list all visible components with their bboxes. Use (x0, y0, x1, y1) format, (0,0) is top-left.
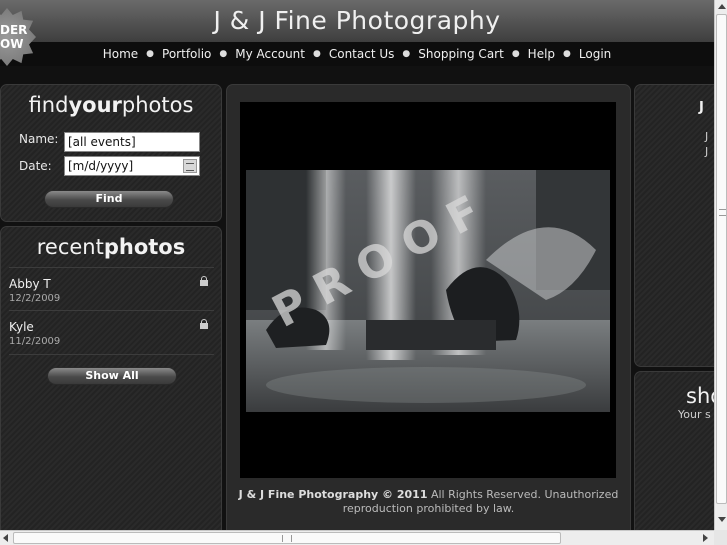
footer-brand: J & J Fine Photography © 2011 (238, 488, 428, 501)
right-panel-heading: J (699, 100, 704, 115)
nav-link-home[interactable]: Home (103, 47, 138, 61)
name-field[interactable]: [all events] (64, 132, 200, 152)
vertical-scroll-thumb[interactable] (716, 14, 727, 504)
recent-item[interactable]: Kyle 11/2/2009 (9, 311, 214, 355)
nav-separator: ● (219, 49, 228, 59)
date-label: Date: (19, 159, 52, 173)
right-share-subtitle: Your s (678, 408, 711, 421)
show-all-button[interactable]: Show All (47, 367, 177, 385)
right-panel-line: J (705, 145, 709, 158)
lock-icon (200, 276, 208, 288)
nav-link-portfolio[interactable]: Portfolio (162, 47, 211, 61)
nav-separator: ● (402, 49, 411, 59)
lock-icon (200, 319, 208, 331)
recent-item-date: 12/2/2009 (9, 293, 61, 304)
recent-photos-list: Abby T 12/2/2009 Kyle 11/2/2009 (9, 267, 214, 355)
name-label: Name: (19, 132, 59, 146)
nav-separator: ● (563, 49, 571, 59)
nav-link-shopping-cart[interactable]: Shopping Cart (418, 47, 504, 61)
find-panel-title: findyourphotos (28, 93, 194, 117)
footer-line-2: reproduction prohibited by law. (342, 502, 515, 515)
recent-photos-panel: recentphotos Abby T 12/2/2009 Kyle 11/2/… (0, 226, 222, 530)
right-info-panel: J J J (634, 84, 714, 367)
scroll-up-icon[interactable] (718, 4, 726, 9)
site-title: J & J Fine Photography (213, 6, 501, 35)
recent-item-name: Kyle (9, 320, 34, 334)
calendar-icon[interactable] (183, 159, 197, 173)
find-photos-panel: findyourphotos Name: [all events] Date: … (0, 84, 222, 222)
vertical-scrollbar[interactable] (714, 0, 727, 530)
right-share-panel: sho Your s (634, 371, 723, 530)
nav-separator: ● (313, 49, 321, 59)
recent-item-name: Abby T (9, 277, 51, 291)
main-navigation: Home ● Portfolio ● My Account ● Contact Us ● Sho… (0, 42, 714, 66)
horizontal-scroll-thumb[interactable] (13, 532, 561, 544)
nav-link-help[interactable]: Help (528, 47, 555, 61)
nav-separator: ● (146, 49, 155, 59)
scroll-left-icon[interactable] (3, 534, 8, 542)
grip-icon (719, 209, 726, 216)
scrollbar-corner (714, 530, 727, 545)
recent-panel-title: recentphotos (36, 235, 186, 259)
copyright-footer: J & J Fine Photography © 2011 All Rights… (226, 488, 631, 516)
horizontal-scrollbar[interactable] (0, 530, 714, 545)
fountain-image: PROOF (246, 170, 610, 412)
right-panel-line: J (705, 130, 709, 143)
badge-line-2: OW (0, 37, 24, 51)
nav-link-contact-us[interactable]: Contact Us (329, 47, 395, 61)
date-field[interactable]: [m/d/yyyy] (64, 156, 200, 176)
recent-item-date: 11/2/2009 (9, 336, 61, 347)
footer-rights: All Rights Reserved. Unauthorized (427, 488, 619, 501)
nav-separator: ● (511, 49, 520, 59)
find-button[interactable]: Find (44, 190, 174, 208)
proof-photo[interactable]: PROOF (246, 170, 610, 412)
nav-link-login[interactable]: Login (579, 47, 611, 61)
site-header: J & J Fine Photography (0, 0, 714, 42)
date-field-value: [m/d/yyyy] (68, 159, 134, 173)
nav-link-my-account[interactable]: My Account (235, 47, 305, 61)
scroll-right-icon[interactable] (703, 534, 708, 542)
recent-item[interactable]: Abby T 12/2/2009 (9, 267, 214, 311)
scroll-down-icon[interactable] (718, 517, 726, 522)
grip-icon (282, 535, 292, 542)
badge-line-1: DER (0, 23, 28, 37)
